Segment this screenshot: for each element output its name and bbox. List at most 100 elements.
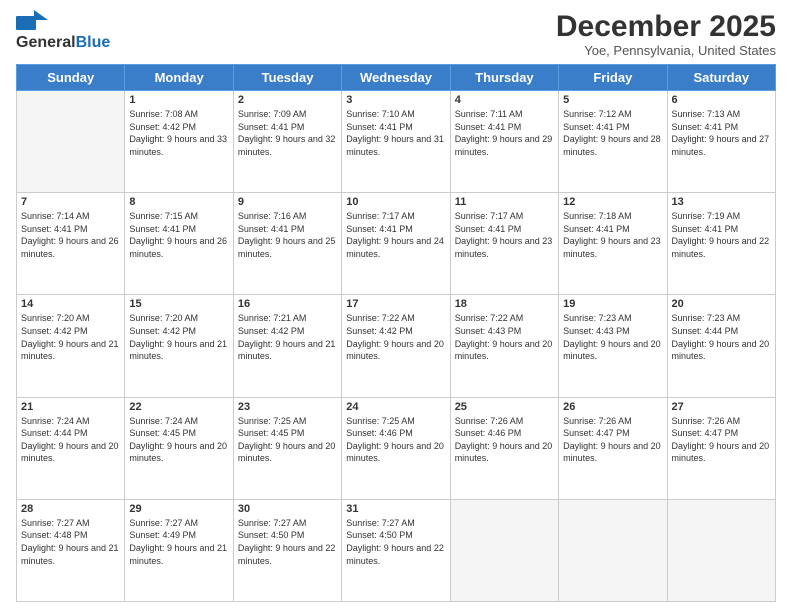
day-number: 18	[455, 298, 554, 310]
daylight-text: Daylight: 9 hours and 20 minutes.	[238, 441, 336, 464]
day-number: 31	[346, 503, 445, 515]
calendar-header-row: Sunday Monday Tuesday Wednesday Thursday…	[17, 65, 776, 91]
calendar-cell: 28Sunrise: 7:27 AMSunset: 4:48 PMDayligh…	[17, 499, 125, 601]
day-info: Sunrise: 7:22 AM Sunset: 4:42 PM Daylight:…	[346, 312, 445, 362]
sunrise-text: Sunrise: 7:25 AM	[238, 416, 307, 426]
day-info: Sunrise: 7:23 AMSunset: 4:43 PMDaylight:…	[563, 312, 662, 362]
day-info: Sunrise: 7:20 AMSunset: 4:42 PMDaylight:…	[21, 312, 120, 362]
sunset-text: Sunset: 4:41 PM	[563, 224, 630, 234]
daylight-text: Daylight: 9 hours and 20 minutes.	[346, 339, 444, 362]
calendar-cell: 21Sunrise: 7:24 AMSunset: 4:44 PMDayligh…	[17, 397, 125, 499]
sunset-text: Sunset: 4:42 PM	[129, 326, 196, 336]
calendar-cell: 14Sunrise: 7:20 AMSunset: 4:42 PMDayligh…	[17, 295, 125, 397]
sunrise-text: Sunrise: 7:09 AM	[238, 109, 307, 119]
sunset-text: Sunset: 4:50 PM	[238, 530, 305, 540]
sunset-text: Sunset: 4:41 PM	[346, 224, 413, 234]
calendar-cell	[559, 499, 667, 601]
day-info: Sunrise: 7:12 AMSunset: 4:41 PMDaylight:…	[563, 108, 662, 158]
day-number: 8	[129, 196, 228, 208]
sunrise-text: Sunrise: 7:24 AM	[129, 416, 198, 426]
day-info: Sunrise: 7:08 AMSunset: 4:42 PMDaylight:…	[129, 108, 228, 158]
sunset-text: Sunset: 4:50 PM	[346, 530, 413, 540]
calendar-cell: 4 Sunrise: 7:11 AMSunset: 4:41 PMDaylight…	[450, 91, 558, 193]
day-info: Sunrise: 7:25 AMSunset: 4:46 PMDaylight:…	[346, 415, 445, 465]
calendar-cell: 8 Sunrise: 7:15 AMSunset: 4:41 PMDaylight…	[125, 193, 233, 295]
day-info: Sunrise: 7:26 AMSunset: 4:47 PMDaylight:…	[563, 415, 662, 465]
sunrise-text: Sunrise: 7:17 AM	[455, 211, 524, 221]
day-number: 2	[238, 94, 337, 106]
day-number: 1	[129, 94, 228, 106]
logo-general: General	[16, 34, 76, 52]
day-info: Sunrise: 7:24 AMSunset: 4:45 PMDaylight:…	[129, 415, 228, 465]
daylight-text: Daylight: 9 hours and 20 minutes.	[346, 441, 444, 464]
col-wednesday: Wednesday	[342, 65, 450, 91]
sunrise-text: Sunrise: 7:20 AM	[129, 313, 198, 323]
calendar-cell: 12Sunrise: 7:18 AMSunset: 4:41 PMDayligh…	[559, 193, 667, 295]
daylight-text: Daylight: 9 hours and 21 minutes.	[129, 543, 227, 566]
daylight-text: Daylight: 9 hours and 20 minutes.	[563, 441, 661, 464]
calendar-cell: 19 Sunrise: 7:23 AMSunset: 4:43 PMDayligh…	[559, 295, 667, 397]
sunset-text: Sunset: 4:44 PM	[672, 326, 739, 336]
calendar-cell: 24Sunrise: 7:25 AMSunset: 4:46 PMDayligh…	[342, 397, 450, 499]
daylight-text: Daylight: 9 hours and 26 minutes.	[129, 236, 227, 259]
day-info: Sunrise: 7:26 AMSunset: 4:46 PMDaylight:…	[455, 415, 554, 465]
calendar-week-4: 28Sunrise: 7:27 AMSunset: 4:48 PMDayligh…	[17, 499, 776, 601]
day-number: 6	[672, 94, 771, 106]
col-thursday: Thursday	[450, 65, 558, 91]
calendar-week-3: 21Sunrise: 7:24 AMSunset: 4:44 PMDayligh…	[17, 397, 776, 499]
day-number: 4	[455, 94, 554, 106]
calendar-cell: 30Sunrise: 7:27 AMSunset: 4:50 PMDayligh…	[233, 499, 341, 601]
day-number: 17	[346, 298, 445, 310]
sunrise-text: Sunrise: 7:24 AM	[21, 416, 90, 426]
sunrise-text: Sunrise: 7:22 AM	[346, 313, 415, 323]
day-info: Sunrise: 7:19 AMSunset: 4:41 PMDaylight:…	[672, 210, 771, 260]
sunset-text: Sunset: 4:41 PM	[672, 122, 739, 132]
day-info: Sunrise: 7:15 AMSunset: 4:41 PMDaylight:…	[129, 210, 228, 260]
daylight-text: Daylight: 9 hours and 21 minutes.	[21, 543, 119, 566]
calendar-cell: 3Sunrise: 7:10 AMSunset: 4:41 PMDaylight…	[342, 91, 450, 193]
daylight-text: Daylight: 9 hours and 21 minutes.	[238, 339, 336, 362]
day-number: 11	[455, 196, 554, 208]
daylight-text: Daylight: 9 hours and 29 minutes.	[455, 134, 553, 157]
sunrise-text: Sunrise: 7:26 AM	[563, 416, 632, 426]
sunrise-text: Sunrise: 7:12 AM	[563, 109, 632, 119]
calendar-cell: 13Sunrise: 7:19 AMSunset: 4:41 PMDayligh…	[667, 193, 775, 295]
sunset-text: Sunset: 4:42 PM	[346, 326, 413, 336]
sunrise-text: Sunrise: 7:26 AM	[672, 416, 741, 426]
sunrise-text: Sunrise: 7:08 AM	[129, 109, 198, 119]
daylight-text: Daylight: 9 hours and 32 minutes.	[238, 134, 336, 157]
logo-icon	[16, 10, 48, 32]
sunrise-text: Sunrise: 7:20 AM	[21, 313, 90, 323]
header: General Blue December 2025 Yoe, Pennsylv…	[16, 10, 776, 58]
calendar-cell: 11Sunrise: 7:17 AMSunset: 4:41 PMDayligh…	[450, 193, 558, 295]
page: General Blue December 2025 Yoe, Pennsylv…	[0, 0, 792, 612]
sunset-text: Sunset: 4:43 PM	[455, 326, 522, 336]
sunrise-text: Sunrise: 7:15 AM	[129, 211, 198, 221]
sunrise-text: Sunrise: 7:14 AM	[21, 211, 90, 221]
sunset-text: Sunset: 4:42 PM	[129, 122, 196, 132]
sunset-text: Sunset: 4:41 PM	[455, 122, 522, 132]
daylight-text: Daylight: 9 hours and 24 minutes.	[346, 236, 444, 259]
day-info: Sunrise: 7:20 AMSunset: 4:42 PMDaylight:…	[129, 312, 228, 362]
sunrise-text: Sunrise: 7:17 AM	[346, 211, 415, 221]
calendar-table: Sunday Monday Tuesday Wednesday Thursday…	[16, 64, 776, 602]
sunrise-text: Sunrise: 7:26 AM	[455, 416, 524, 426]
day-info: Sunrise: 7:11 AMSunset: 4:41 PMDaylight:…	[455, 108, 554, 158]
calendar-cell: 9Sunrise: 7:16 AMSunset: 4:41 PMDaylight…	[233, 193, 341, 295]
sunrise-text: Sunrise: 7:13 AM	[672, 109, 741, 119]
day-info: Sunrise: 7:14 AMSunset: 4:41 PMDaylight:…	[21, 210, 120, 260]
col-monday: Monday	[125, 65, 233, 91]
sunrise-text: Sunrise: 7:22 AM	[455, 313, 524, 323]
daylight-text: Daylight: 9 hours and 23 minutes.	[563, 236, 661, 259]
col-tuesday: Tuesday	[233, 65, 341, 91]
day-info: Sunrise: 7:16 AMSunset: 4:41 PMDaylight:…	[238, 210, 337, 260]
day-info: Sunrise: 7:22 AMSunset: 4:43 PMDaylight:…	[455, 312, 554, 362]
sunset-text: Sunset: 4:42 PM	[21, 326, 88, 336]
logo: General Blue	[16, 10, 110, 52]
sunrise-text: Sunrise: 7:23 AM	[672, 313, 741, 323]
day-number: 30	[238, 503, 337, 515]
day-number: 19	[563, 298, 662, 310]
month-title: December 2025	[556, 10, 776, 43]
daylight-text: Daylight: 9 hours and 27 minutes.	[672, 134, 770, 157]
daylight-text: Daylight: 9 hours and 22 minutes.	[238, 543, 336, 566]
